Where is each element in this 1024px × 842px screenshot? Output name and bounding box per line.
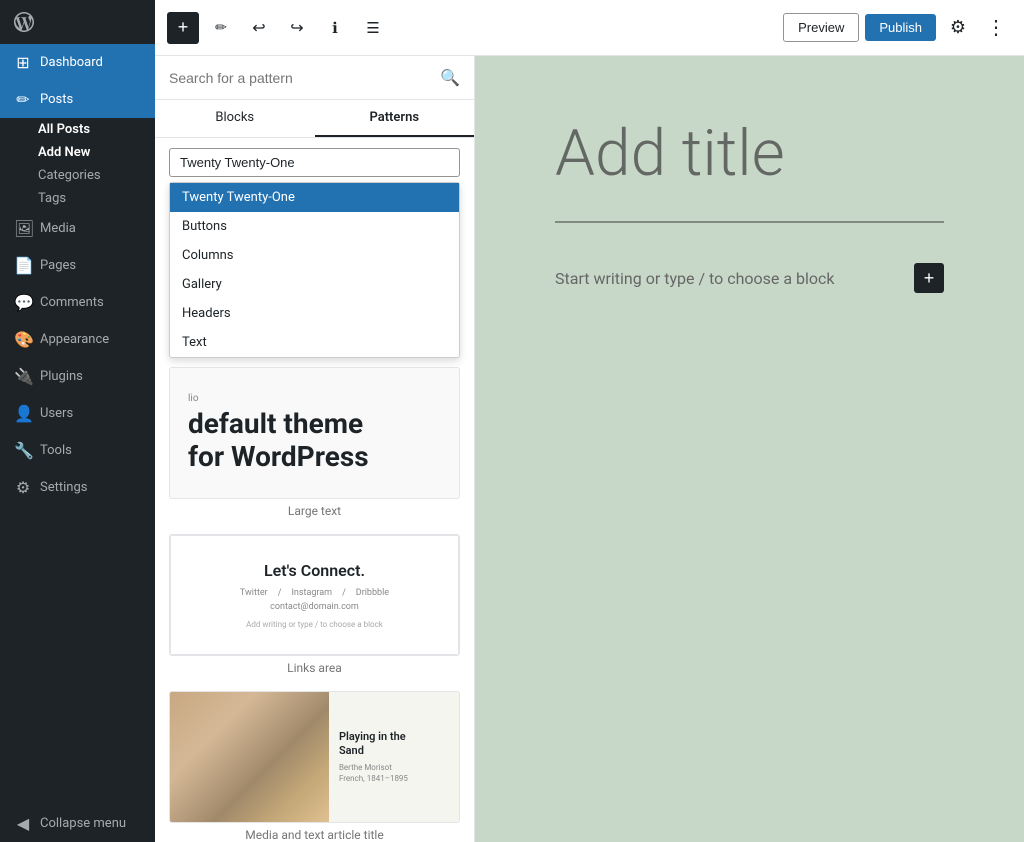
collapse-label: Collapse menu bbox=[40, 816, 126, 831]
tab-patterns[interactable]: Patterns bbox=[315, 100, 475, 137]
tools-icon: 🔧 bbox=[14, 441, 32, 460]
editor-title[interactable]: Add title bbox=[555, 116, 944, 191]
list-view-button[interactable]: ☰ bbox=[357, 12, 389, 44]
media-image bbox=[170, 692, 329, 822]
sidebar-item-pages[interactable]: 📄 Pages bbox=[0, 247, 155, 284]
wordpress-logo[interactable] bbox=[0, 0, 155, 44]
sidebar-item-comments[interactable]: 💬 Comments bbox=[0, 284, 155, 321]
publish-button[interactable]: Publish bbox=[865, 14, 936, 41]
links-row: Twitter / Instagram / Dribbble bbox=[240, 588, 389, 598]
toolbar: + ✏ ↩ ↪ ℹ ☰ Preview Publish ⚙ ⋮ bbox=[155, 0, 1024, 56]
tab-blocks[interactable]: Blocks bbox=[155, 100, 315, 137]
search-icon: 🔍 bbox=[440, 68, 460, 87]
users-icon: 👤 bbox=[14, 404, 32, 423]
pattern-category-dropdown-container: Twenty Twenty-One Buttons Columns Galler… bbox=[155, 138, 474, 187]
list-item: Playing in theSand Berthe MorisotFrench,… bbox=[169, 691, 460, 842]
pen-button[interactable]: ✏ bbox=[205, 12, 237, 44]
appearance-icon: 🎨 bbox=[14, 330, 32, 349]
media-preview: Playing in theSand Berthe MorisotFrench,… bbox=[170, 692, 459, 822]
sidebar-item-label: Media bbox=[40, 221, 76, 236]
links-footer: Add writing or type / to choose a block bbox=[246, 620, 383, 629]
panel-search: 🔍 bbox=[155, 56, 474, 100]
settings-gear-button[interactable]: ⚙ bbox=[942, 12, 974, 44]
wp-icon bbox=[14, 12, 34, 32]
comments-icon: 💬 bbox=[14, 293, 32, 312]
media-title: Playing in theSand bbox=[339, 730, 449, 759]
dropdown-item-twenty-twenty-one[interactable]: Twenty Twenty-One bbox=[170, 183, 459, 212]
sidebar-item-label: Appearance bbox=[40, 332, 109, 347]
editor-divider bbox=[555, 221, 944, 223]
more-options-button[interactable]: ⋮ bbox=[980, 12, 1012, 44]
dropdown-item-columns[interactable]: Columns bbox=[170, 241, 459, 270]
pattern-thumbnail-links[interactable]: Let's Connect. Twitter / Instagram / Dri… bbox=[169, 534, 460, 656]
media-artist: Berthe MorisotFrench, 1841–1895 bbox=[339, 762, 449, 784]
pattern-thumbnail-media[interactable]: Playing in theSand Berthe MorisotFrench,… bbox=[169, 691, 460, 823]
sidebar-item-users[interactable]: 👤 Users bbox=[0, 395, 155, 432]
sidebar-item-dashboard[interactable]: ⊞ Dashboard bbox=[0, 44, 155, 81]
editor-content: Add title Start writing or type / to cho… bbox=[475, 56, 1024, 842]
sidebar-item-label: Dashboard bbox=[40, 55, 103, 70]
editor-add-block-button[interactable]: + bbox=[914, 263, 944, 293]
pattern-label: Links area bbox=[169, 661, 460, 675]
panel: 🔍 Blocks Patterns Twenty Twenty-One Butt… bbox=[155, 56, 475, 842]
search-input[interactable] bbox=[169, 70, 432, 86]
list-item: lio default themefor WordPress Large tex… bbox=[169, 367, 460, 518]
sidebar-item-tools[interactable]: 🔧 Tools bbox=[0, 432, 155, 469]
sidebar-sub-tags[interactable]: Tags bbox=[0, 187, 155, 210]
undo-button[interactable]: ↩ bbox=[243, 12, 275, 44]
dashboard-icon: ⊞ bbox=[14, 53, 32, 72]
sidebar-item-label: Plugins bbox=[40, 369, 83, 384]
sidebar: ⊞ Dashboard ✏ Posts All Posts Add New Ca… bbox=[0, 0, 155, 842]
large-text-sub: lio bbox=[188, 393, 199, 404]
sidebar-item-label: Pages bbox=[40, 258, 76, 273]
sidebar-item-label: Tools bbox=[40, 443, 72, 458]
list-item: Let's Connect. Twitter / Instagram / Dri… bbox=[169, 534, 460, 675]
redo-button[interactable]: ↪ bbox=[281, 12, 313, 44]
editor-placeholder: Start writing or type / to choose a bloc… bbox=[555, 263, 944, 293]
sidebar-collapse[interactable]: ◀ Collapse menu bbox=[0, 805, 155, 842]
pattern-label: Media and text article title bbox=[169, 828, 460, 842]
info-button[interactable]: ℹ bbox=[319, 12, 351, 44]
add-block-button[interactable]: + bbox=[167, 12, 199, 44]
editor-placeholder-text[interactable]: Start writing or type / to choose a bloc… bbox=[555, 269, 835, 288]
media-icon: 🖼 bbox=[14, 219, 32, 238]
preview-button[interactable]: Preview bbox=[783, 13, 859, 42]
sidebar-item-label: Posts bbox=[40, 92, 73, 107]
collapse-icon: ◀ bbox=[14, 814, 32, 833]
plugins-icon: 🔌 bbox=[14, 367, 32, 386]
sidebar-item-media[interactable]: 🖼 Media bbox=[0, 210, 155, 247]
posts-icon: ✏ bbox=[14, 90, 32, 109]
dropdown-overlay: Twenty Twenty-One Buttons Columns Galler… bbox=[169, 182, 460, 358]
pages-icon: 📄 bbox=[14, 256, 32, 275]
sidebar-item-label: Comments bbox=[40, 295, 104, 310]
sidebar-item-posts[interactable]: ✏ Posts bbox=[0, 81, 155, 118]
sidebar-item-settings[interactable]: ⚙ Settings bbox=[0, 469, 155, 506]
content-area: 🔍 Blocks Patterns Twenty Twenty-One Butt… bbox=[155, 56, 1024, 842]
settings-icon: ⚙ bbox=[14, 478, 32, 497]
media-text: Playing in theSand Berthe MorisotFrench,… bbox=[329, 692, 459, 822]
dropdown-item-buttons[interactable]: Buttons bbox=[170, 212, 459, 241]
sidebar-sub-add-new[interactable]: Add New bbox=[0, 141, 155, 164]
pattern-thumbnail-large-text[interactable]: lio default themefor WordPress bbox=[169, 367, 460, 499]
links-preview: Let's Connect. Twitter / Instagram / Dri… bbox=[170, 535, 459, 655]
main-area: + ✏ ↩ ↪ ℹ ☰ Preview Publish ⚙ ⋮ 🔍 Blocks… bbox=[155, 0, 1024, 842]
sidebar-item-label: Users bbox=[40, 406, 73, 421]
sidebar-item-label: Settings bbox=[40, 480, 87, 495]
dropdown-item-headers[interactable]: Headers bbox=[170, 299, 459, 328]
editor-area: Add title Start writing or type / to cho… bbox=[475, 56, 1024, 842]
dropdown-item-gallery[interactable]: Gallery bbox=[170, 270, 459, 299]
sidebar-item-appearance[interactable]: 🎨 Appearance bbox=[0, 321, 155, 358]
sidebar-item-plugins[interactable]: 🔌 Plugins bbox=[0, 358, 155, 395]
large-text-main: default themefor WordPress bbox=[188, 408, 369, 472]
sidebar-sub-all-posts[interactable]: All Posts bbox=[0, 118, 155, 141]
links-email: contact@domain.com bbox=[270, 602, 359, 612]
large-text-preview: lio default themefor WordPress bbox=[170, 368, 459, 498]
dropdown-item-text[interactable]: Text bbox=[170, 328, 459, 357]
sidebar-sub-categories[interactable]: Categories bbox=[0, 164, 155, 187]
pattern-list: lio default themefor WordPress Large tex… bbox=[155, 367, 474, 842]
links-title: Let's Connect. bbox=[264, 561, 365, 580]
pattern-label: Large text bbox=[169, 504, 460, 518]
panel-tabs: Blocks Patterns bbox=[155, 100, 474, 138]
pattern-category-dropdown[interactable]: Twenty Twenty-One Buttons Columns Galler… bbox=[169, 148, 460, 177]
